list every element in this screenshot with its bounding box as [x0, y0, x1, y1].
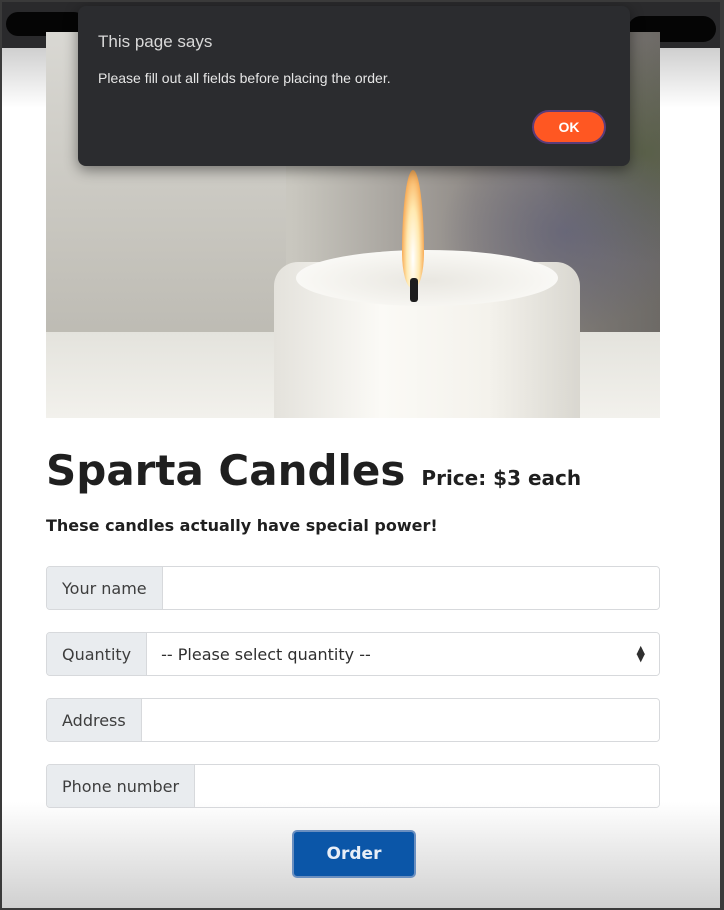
- address-input-group: Address: [46, 698, 660, 742]
- candle-flame: [402, 170, 424, 288]
- price-label: Price: $3 each: [421, 466, 582, 490]
- address-label: Address: [47, 699, 142, 741]
- name-label: Your name: [47, 567, 163, 609]
- candle-wick: [410, 278, 418, 302]
- name-input[interactable]: [162, 567, 659, 609]
- phone-input[interactable]: [195, 765, 659, 807]
- dialog-message: Please fill out all fields before placin…: [98, 70, 391, 86]
- page-subtitle: These candles actually have special powe…: [46, 516, 438, 535]
- select-arrows-icon: ▲ ▼: [636, 643, 645, 664]
- address-input[interactable]: [141, 699, 659, 741]
- alert-dialog: This page says Please fill out all field…: [78, 6, 630, 166]
- page-title: Sparta Candles: [46, 446, 406, 495]
- phone-input-group: Phone number: [46, 764, 660, 808]
- dialog-title: This page says: [98, 32, 213, 51]
- name-input-group: Your name: [46, 566, 660, 610]
- dialog-ok-button[interactable]: OK: [532, 110, 606, 144]
- quantity-label: Quantity: [47, 633, 148, 675]
- title-row: Sparta Candles Price: $3 each: [46, 446, 581, 495]
- quantity-selected-value: -- Please select quantity --: [161, 644, 371, 664]
- quantity-select[interactable]: -- Please select quantity -- ▲ ▼: [147, 633, 659, 675]
- quantity-input-group: Quantity -- Please select quantity -- ▲ ▼: [46, 632, 660, 676]
- browser-page: Sparta Candles Price: $3 each These cand…: [2, 2, 720, 908]
- phone-label: Phone number: [47, 765, 196, 807]
- order-button[interactable]: Order: [292, 830, 416, 878]
- candle-top: [296, 250, 558, 306]
